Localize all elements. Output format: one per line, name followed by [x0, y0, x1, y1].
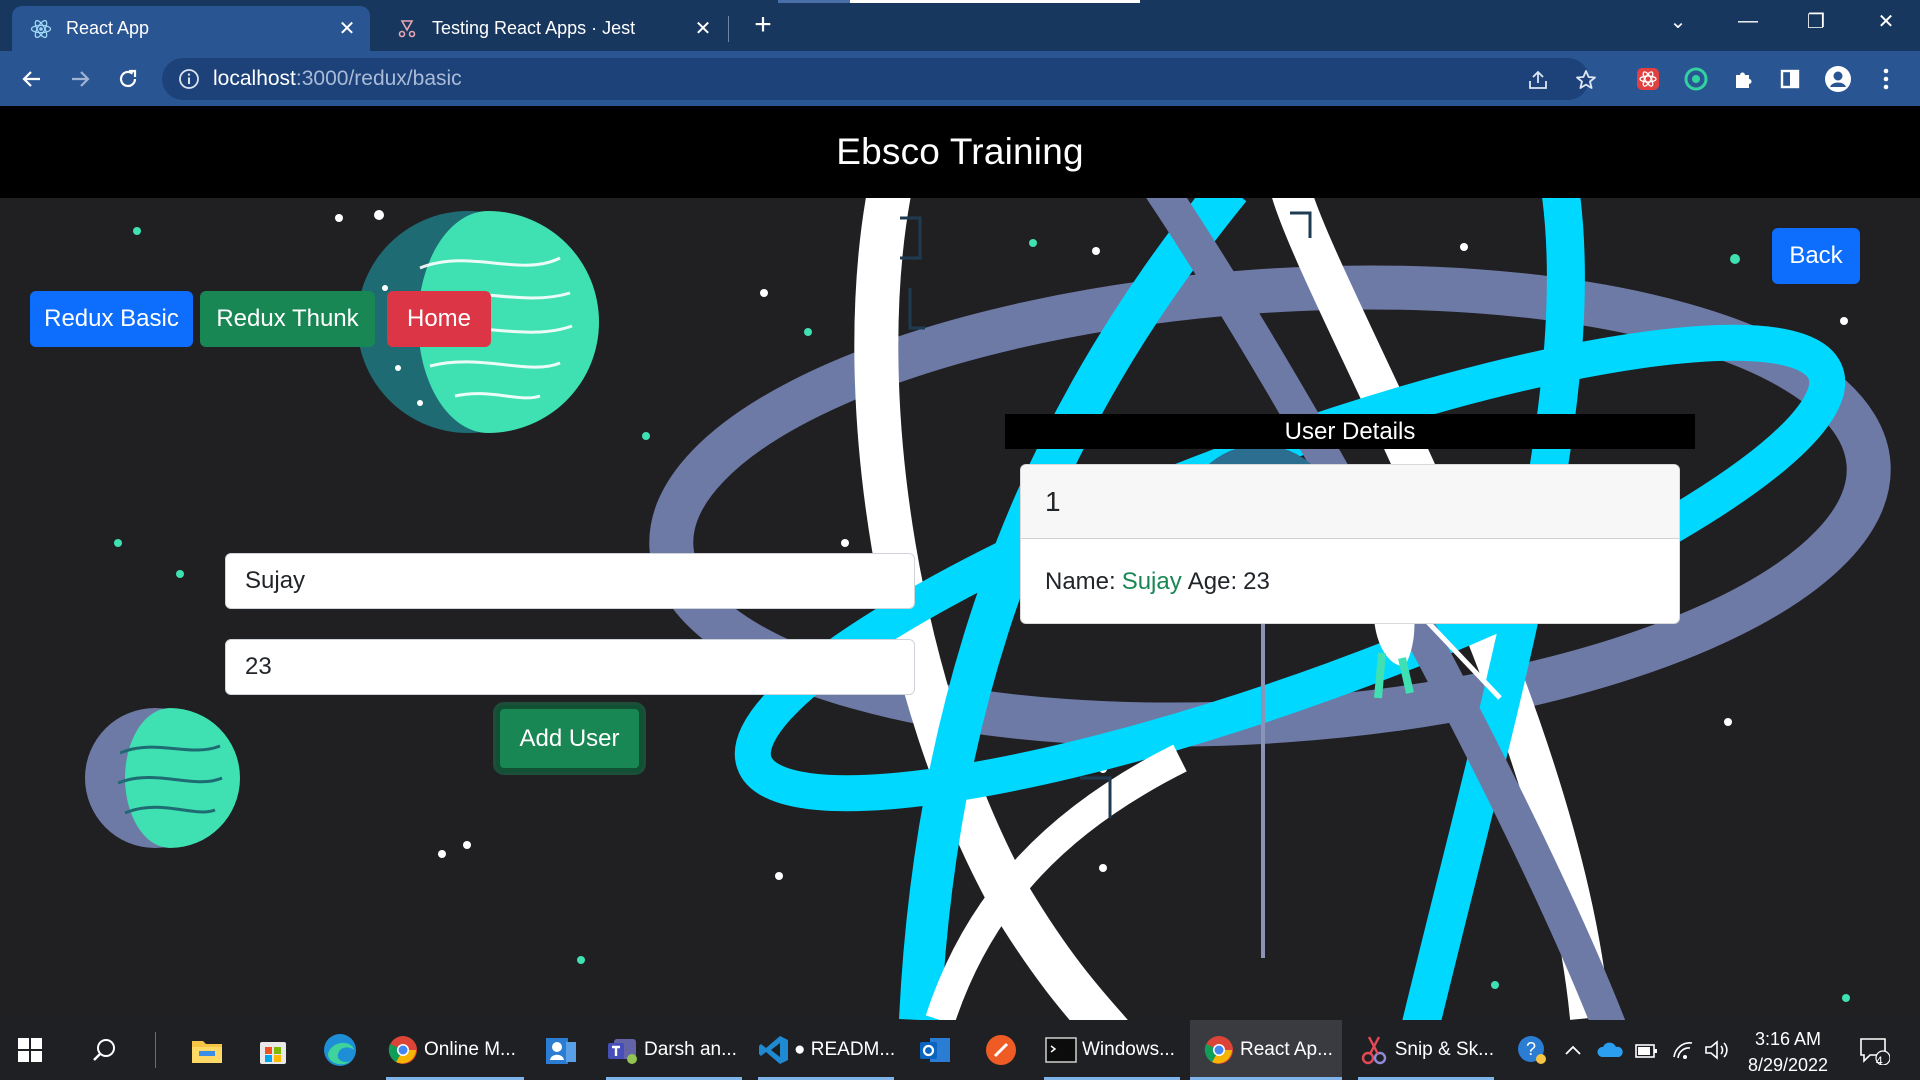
browser-toolbar: localhost:3000/redux/basic: [0, 51, 1920, 106]
system-clock[interactable]: 3:16 AM 8/29/2022: [1736, 1026, 1840, 1078]
name-value: Sujay: [1121, 568, 1182, 595]
minimize-icon[interactable]: —: [1720, 6, 1776, 36]
age-value: 23: [1243, 568, 1270, 595]
tab-react-app[interactable]: React App ✕: [12, 6, 370, 51]
redux-basic-button[interactable]: Redux Basic: [30, 291, 193, 347]
taskbar-label: React Ap...: [1240, 1039, 1333, 1060]
search-icon[interactable]: [92, 1020, 126, 1080]
chevron-up-icon[interactable]: [1560, 1020, 1586, 1080]
extensions-puzzle-icon[interactable]: [1728, 63, 1760, 95]
share-icon[interactable]: [1525, 67, 1551, 93]
url-text: localhost:3000/redux/basic: [213, 67, 462, 91]
taskbar-label: Online M...: [424, 1039, 516, 1060]
user-card: 1 Name: Sujay Age: 23: [1020, 464, 1680, 624]
help-icon[interactable]: ?: [1512, 1020, 1552, 1080]
taskbar-divider: [155, 1032, 156, 1068]
url-path: :3000/redux/basic: [295, 67, 462, 90]
back-arrow-icon[interactable]: [12, 59, 52, 99]
add-user-button[interactable]: Add User: [496, 705, 643, 772]
tab-divider: [728, 16, 729, 42]
tab-title: Testing React Apps · Jest: [432, 18, 636, 38]
reload-icon[interactable]: [108, 59, 148, 99]
react-icon: [30, 18, 52, 40]
wifi-icon[interactable]: [1668, 1020, 1698, 1080]
onedrive-icon[interactable]: [1594, 1020, 1626, 1080]
kebab-menu-icon[interactable]: [1870, 63, 1902, 95]
restore-icon[interactable]: ❐: [1788, 6, 1844, 36]
user-id: 1: [1021, 465, 1679, 539]
back-button[interactable]: Back: [1772, 228, 1860, 284]
age-input[interactable]: 23: [225, 639, 915, 695]
close-tab-icon[interactable]: ✕: [332, 14, 362, 44]
grammarly-extension-icon[interactable]: [1680, 63, 1712, 95]
app-header: Ebsco Training: [0, 106, 1920, 198]
windows-start-icon[interactable]: [16, 1020, 56, 1080]
notifications-icon[interactable]: 4: [1854, 1020, 1894, 1080]
taskbar-label: Darsh an...: [644, 1039, 737, 1060]
tab-title: React App: [66, 18, 150, 38]
clock-time: 3:16 AM: [1754, 1029, 1822, 1049]
terminal-icon: [1044, 1033, 1078, 1067]
taskbar-label: ● READM...: [794, 1039, 896, 1060]
chrome-icon: [1202, 1033, 1236, 1067]
tab-jest[interactable]: Testing React Apps · Jest ✕: [378, 6, 726, 51]
name-label: Name:: [1045, 568, 1116, 595]
name-input[interactable]: Sujay: [225, 553, 915, 609]
site-info-icon[interactable]: [178, 68, 200, 90]
react-devtools-extension-icon[interactable]: [1632, 63, 1664, 95]
url-host: localhost: [213, 67, 296, 90]
edge-icon[interactable]: [322, 1020, 358, 1080]
user-details-heading: User Details: [1005, 414, 1695, 449]
taskbar-label: Snip & Sk...: [1394, 1039, 1494, 1060]
postman-icon[interactable]: [985, 1020, 1017, 1080]
teams-icon: [606, 1033, 640, 1067]
vscode-icon: [758, 1033, 790, 1067]
home-button[interactable]: Home: [387, 291, 491, 347]
browser-tab-bar: React App ✕ Testing React Apps · Jest ✕ …: [0, 0, 1920, 51]
volume-icon[interactable]: [1702, 1020, 1732, 1080]
close-tab-icon[interactable]: ✕: [688, 14, 718, 44]
outlook-icon[interactable]: [918, 1020, 952, 1080]
jest-icon: [396, 18, 418, 40]
clock-date: 8/29/2022: [1747, 1055, 1829, 1075]
taskbar-teams[interactable]: Darsh an...: [606, 1020, 742, 1080]
page-title: Ebsco Training: [836, 131, 1084, 172]
file-explorer-icon[interactable]: [190, 1020, 224, 1080]
main-content: Redux Basic Redux Thunk Home Back Sujay …: [0, 198, 1920, 1020]
taskbar: Online M... Darsh an... ● READM... Windo…: [0, 1020, 1920, 1080]
notification-count: 4: [1876, 1054, 1883, 1068]
forward-arrow-icon[interactable]: [60, 59, 100, 99]
store-icon[interactable]: [257, 1020, 289, 1080]
age-label: Age:: [1187, 568, 1238, 595]
planet-small: [85, 708, 240, 848]
taskbar-chrome-react-app[interactable]: React Ap...: [1190, 1020, 1342, 1080]
address-bar[interactable]: localhost:3000/redux/basic: [162, 58, 1596, 100]
taskbar-chrome-online[interactable]: Online M...: [386, 1020, 524, 1080]
taskbar-snip-sketch[interactable]: Snip & Sk...: [1358, 1020, 1494, 1080]
tab-search-chevron-icon[interactable]: ⌄: [1650, 6, 1706, 36]
user-info: Name: Sujay Age: 23: [1021, 539, 1679, 623]
taskbar-terminal[interactable]: Windows...: [1044, 1020, 1180, 1080]
taskbar-vscode[interactable]: ● READM...: [758, 1020, 896, 1080]
profile-avatar-icon[interactable]: [1822, 63, 1854, 95]
close-window-icon[interactable]: ✕: [1858, 6, 1914, 36]
snip-icon: [1358, 1033, 1391, 1067]
redux-thunk-button[interactable]: Redux Thunk: [200, 291, 375, 347]
taskbar-label: Windows...: [1082, 1039, 1175, 1060]
svg-text:?: ?: [1526, 1039, 1536, 1059]
side-panel-icon[interactable]: [1774, 63, 1806, 95]
new-tab-icon[interactable]: +: [747, 10, 779, 42]
people-icon[interactable]: [544, 1020, 578, 1080]
bookmark-star-icon[interactable]: [1573, 67, 1599, 93]
loading-progress: [850, 0, 1140, 3]
chrome-icon: [386, 1033, 420, 1067]
battery-icon[interactable]: [1632, 1020, 1662, 1080]
